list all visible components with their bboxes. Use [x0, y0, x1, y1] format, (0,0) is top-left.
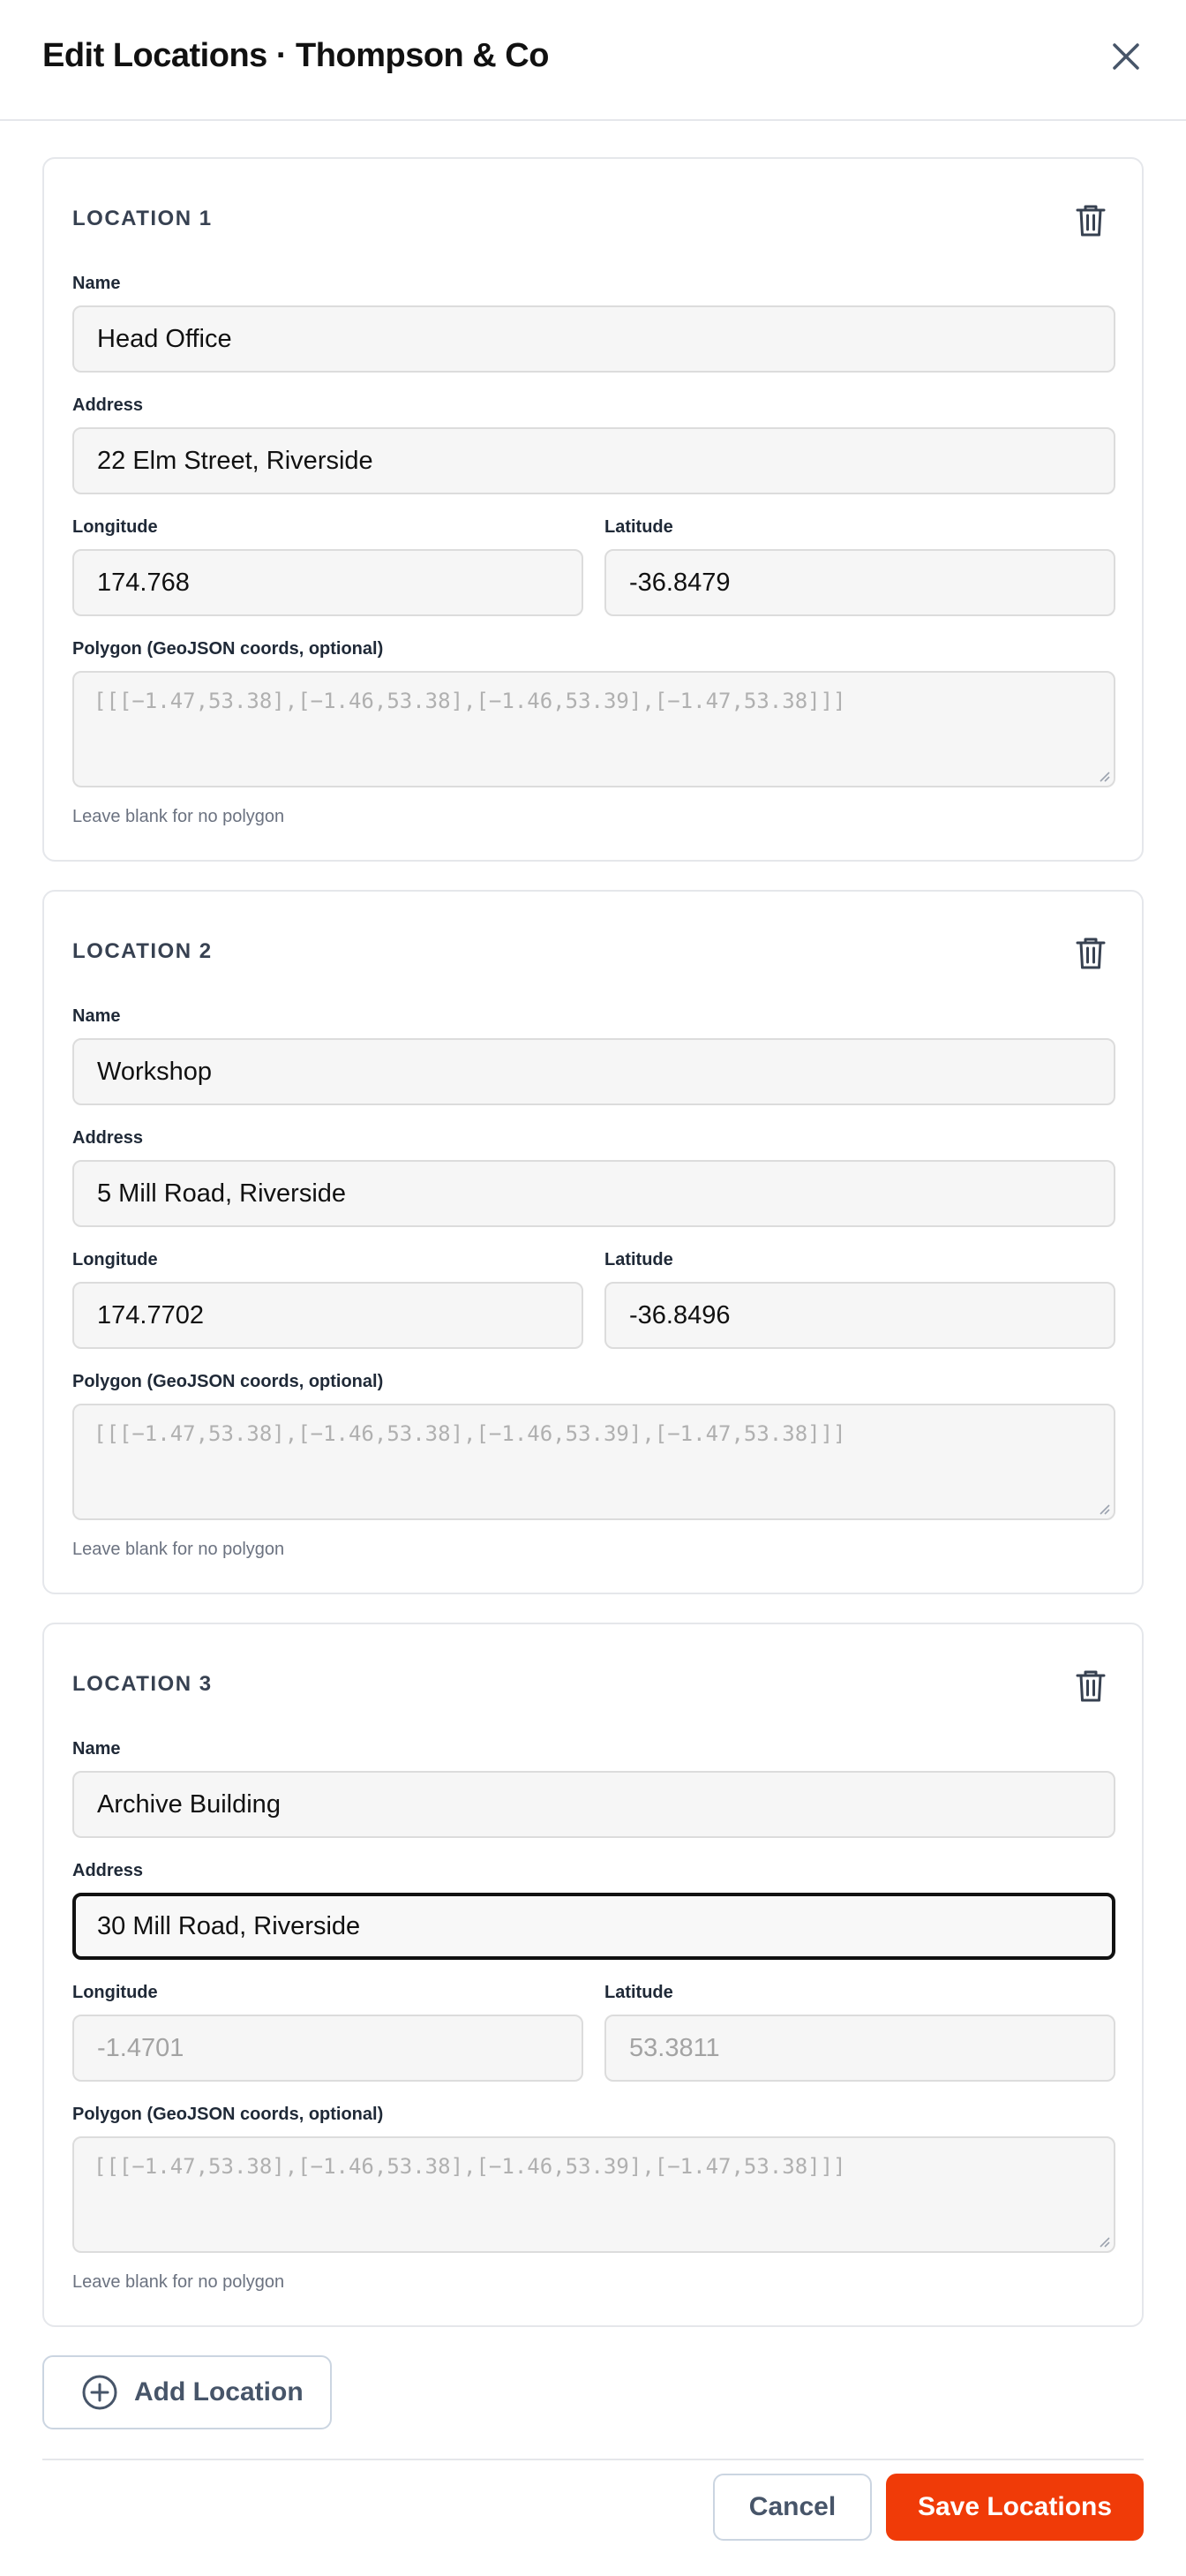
address-input[interactable]: 5 Mill Road, Riverside — [72, 1160, 1115, 1227]
location-title: LOCATION 3 — [72, 1672, 213, 1696]
polygon-hint: Leave blank for no polygon — [72, 807, 285, 826]
latitude-input[interactable]: -36.8479 — [604, 549, 1115, 616]
polygon-label: Polygon (GeoJSON coords, optional) — [72, 2105, 384, 2124]
polygon-hint: Leave blank for no polygon — [72, 2272, 285, 2292]
trash-icon — [1076, 205, 1106, 237]
resize-handle-icon[interactable] — [1098, 770, 1110, 782]
address-label: Address — [72, 395, 144, 415]
polygon-textarea[interactable]: [[[−1.47,53.38],[−1.46,53.38],[−1.46,53.… — [72, 671, 1115, 787]
polygon-textarea[interactable]: [[[−1.47,53.38],[−1.46,53.38],[−1.46,53.… — [72, 1404, 1115, 1520]
modal-header: Edit Locations · Thompson & Co — [0, 0, 1186, 121]
polygon-textarea[interactable]: [[[−1.47,53.38],[−1.46,53.38],[−1.46,53.… — [72, 2136, 1115, 2253]
address-input[interactable]: 22 Elm Street, Riverside — [72, 427, 1115, 494]
polygon-placeholder: [[[−1.47,53.38],[−1.46,53.38],[−1.46,53.… — [94, 2154, 846, 2179]
location-card-1: LOCATION 1 Name Head Office Address 22 E… — [42, 157, 1144, 862]
plus-circle-icon — [82, 2375, 117, 2410]
delete-location-button[interactable] — [1068, 1663, 1114, 1709]
close-icon — [1113, 43, 1139, 70]
trash-icon — [1076, 1670, 1106, 1702]
polygon-placeholder: [[[−1.47,53.38],[−1.46,53.38],[−1.46,53.… — [94, 1421, 846, 1446]
trash-icon — [1076, 938, 1106, 969]
polygon-label: Polygon (GeoJSON coords, optional) — [72, 1372, 384, 1391]
delete-location-button[interactable] — [1068, 198, 1114, 244]
name-input[interactable]: Archive Building — [72, 1771, 1115, 1838]
delete-location-button[interactable] — [1068, 930, 1114, 976]
longitude-input[interactable]: 174.7702 — [72, 1282, 583, 1349]
location-title: LOCATION 1 — [72, 207, 213, 230]
name-label: Name — [72, 1739, 121, 1759]
longitude-label: Longitude — [72, 517, 158, 537]
close-button[interactable] — [1105, 35, 1147, 78]
latitude-input[interactable]: 53.3811 — [604, 2015, 1115, 2082]
footer-divider — [42, 2459, 1144, 2460]
longitude-input[interactable]: -1.4701 — [72, 2015, 583, 2082]
modal-title: Edit Locations · Thompson & Co — [42, 37, 549, 74]
location-card-3: LOCATION 3 Name Archive Building Address… — [42, 1623, 1144, 2327]
location-title: LOCATION 2 — [72, 939, 213, 963]
name-input[interactable]: Workshop — [72, 1038, 1115, 1105]
name-label: Name — [72, 1006, 121, 1026]
latitude-label: Latitude — [604, 1250, 673, 1269]
name-label: Name — [72, 274, 121, 293]
longitude-label: Longitude — [72, 1983, 158, 2002]
add-location-button[interactable]: Add Location — [42, 2355, 332, 2429]
address-label: Address — [72, 1861, 144, 1880]
add-location-label: Add Location — [134, 2377, 304, 2407]
longitude-label: Longitude — [72, 1250, 158, 1269]
save-locations-button[interactable]: Save Locations — [886, 2474, 1144, 2541]
latitude-label: Latitude — [604, 517, 673, 537]
polygon-hint: Leave blank for no polygon — [72, 1540, 285, 1559]
polygon-placeholder: [[[−1.47,53.38],[−1.46,53.38],[−1.46,53.… — [94, 689, 846, 713]
address-input[interactable]: 30 Mill Road, Riverside — [72, 1893, 1115, 1960]
resize-handle-icon[interactable] — [1098, 1503, 1110, 1515]
latitude-input[interactable]: -36.8496 — [604, 1282, 1115, 1349]
location-card-2: LOCATION 2 Name Workshop Address 5 Mill … — [42, 890, 1144, 1594]
longitude-input[interactable]: 174.768 — [72, 549, 583, 616]
cancel-button[interactable]: Cancel — [713, 2474, 872, 2541]
address-label: Address — [72, 1128, 144, 1148]
name-input[interactable]: Head Office — [72, 305, 1115, 373]
latitude-label: Latitude — [604, 1983, 673, 2002]
polygon-label: Polygon (GeoJSON coords, optional) — [72, 639, 384, 659]
resize-handle-icon[interactable] — [1098, 2235, 1110, 2248]
locations-list: LOCATION 1 Name Head Office Address 22 E… — [42, 157, 1144, 2355]
